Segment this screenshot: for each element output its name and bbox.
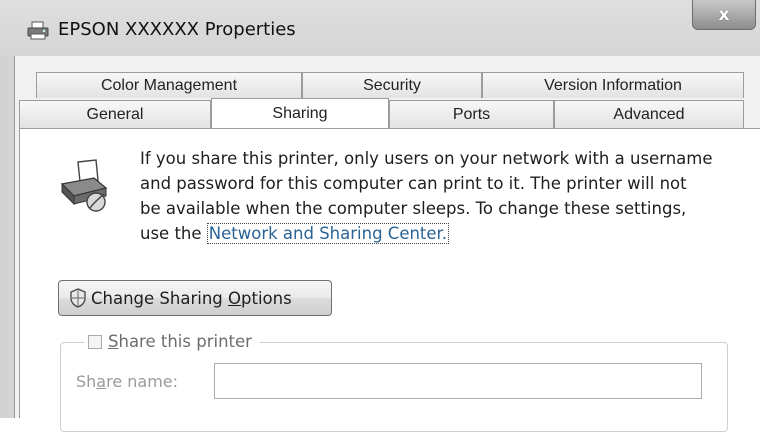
- tab-label: Advanced: [613, 105, 685, 123]
- properties-window: EPSON XXXXXX Properties x Color Manageme…: [0, 0, 760, 432]
- sharing-info-text: If you share this printer, only users on…: [140, 146, 740, 246]
- tab-ports[interactable]: Ports: [389, 100, 554, 128]
- printer-icon: [27, 21, 49, 40]
- info-line: If you share this printer, only users on…: [140, 149, 713, 168]
- network-printer-icon: [60, 159, 108, 212]
- share-printer-checkbox[interactable]: [88, 334, 102, 349]
- tab-sharing[interactable]: Sharing: [211, 98, 389, 128]
- info-line: and password for this computer can print…: [140, 174, 687, 193]
- info-line-prefix: use the: [140, 224, 207, 243]
- share-printer-checkbox-row[interactable]: Share this printer: [84, 332, 260, 351]
- share-name-input[interactable]: [214, 363, 702, 399]
- info-line: use the Network and Sharing Center.: [140, 221, 740, 246]
- tab-version-information[interactable]: Version Information: [482, 72, 744, 98]
- tab-label: Sharing: [272, 104, 328, 122]
- window-title: EPSON XXXXXX Properties: [58, 19, 296, 40]
- share-name-label: Share name:: [76, 372, 179, 391]
- tab-general[interactable]: General: [19, 100, 211, 128]
- button-label: Change Sharing Options: [91, 288, 292, 308]
- tab-label: Color Management: [100, 76, 238, 94]
- info-line: be available when the computer sleeps. T…: [140, 199, 687, 218]
- window-frame-left: [0, 56, 14, 418]
- share-printer-label: Share this printer: [108, 332, 252, 351]
- tab-advanced[interactable]: Advanced: [554, 100, 744, 128]
- change-sharing-options-button[interactable]: Change Sharing Options: [58, 280, 332, 316]
- close-icon: x: [718, 4, 730, 25]
- tab-label: Version Information: [544, 76, 682, 94]
- title-bar[interactable]: EPSON XXXXXX Properties x: [0, 0, 760, 56]
- close-button[interactable]: x: [692, 0, 756, 30]
- tab-label: General: [86, 105, 144, 123]
- tab-security[interactable]: Security: [302, 72, 482, 98]
- network-sharing-center-link[interactable]: Network and Sharing Center.: [206, 223, 450, 244]
- tab-label: Security: [363, 76, 421, 94]
- tab-color-management[interactable]: Color Management: [36, 72, 302, 98]
- shield-icon: [70, 288, 86, 308]
- tab-label: Ports: [452, 105, 491, 123]
